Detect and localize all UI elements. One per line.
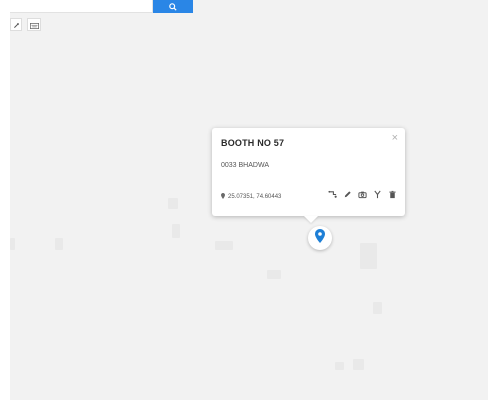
popup-actions <box>323 189 398 200</box>
popup-title: BOOTH NO 57 <box>221 138 285 148</box>
map-building <box>360 243 377 269</box>
map-building <box>168 198 178 209</box>
map-building <box>353 359 364 370</box>
coordinates-text: 25.07351, 74.60443 <box>228 194 282 200</box>
edit-tool-button[interactable] <box>10 18 22 31</box>
map-building <box>335 362 344 370</box>
location-pin-icon <box>221 193 225 201</box>
map-building <box>55 238 63 250</box>
screen: BOOTH NO 57 × 0033 BHADWA 25.07351, 74.6… <box>0 0 493 405</box>
map-building <box>267 270 281 279</box>
search-icon <box>169 2 177 11</box>
map-building <box>215 241 233 250</box>
map-canvas[interactable]: BOOTH NO 57 × 0033 BHADWA 25.07351, 74.6… <box>10 0 488 400</box>
route-icon[interactable] <box>327 189 338 200</box>
location-marker[interactable] <box>308 226 332 250</box>
search-input[interactable] <box>10 4 152 16</box>
location-popup: BOOTH NO 57 × 0033 BHADWA 25.07351, 74.6… <box>212 128 405 223</box>
popup-coordinates: 25.07351, 74.60443 <box>221 193 281 201</box>
map-building <box>373 302 382 314</box>
camera-icon[interactable] <box>357 189 368 200</box>
edit-icon <box>13 16 20 34</box>
close-icon[interactable]: × <box>392 133 398 144</box>
keyboard-icon <box>29 16 39 34</box>
popup-pointer <box>304 216 318 223</box>
keyboard-tool-button[interactable] <box>27 18 41 31</box>
trash-icon[interactable] <box>387 189 398 200</box>
fork-icon[interactable] <box>372 189 383 200</box>
pencil-icon[interactable] <box>342 189 353 200</box>
map-building <box>10 238 15 250</box>
map-building <box>172 224 180 238</box>
popup-subtitle: 0033 BHADWA <box>221 162 269 169</box>
search-button[interactable] <box>153 0 193 13</box>
map-pin-icon <box>315 228 325 248</box>
search-box[interactable] <box>10 0 153 16</box>
